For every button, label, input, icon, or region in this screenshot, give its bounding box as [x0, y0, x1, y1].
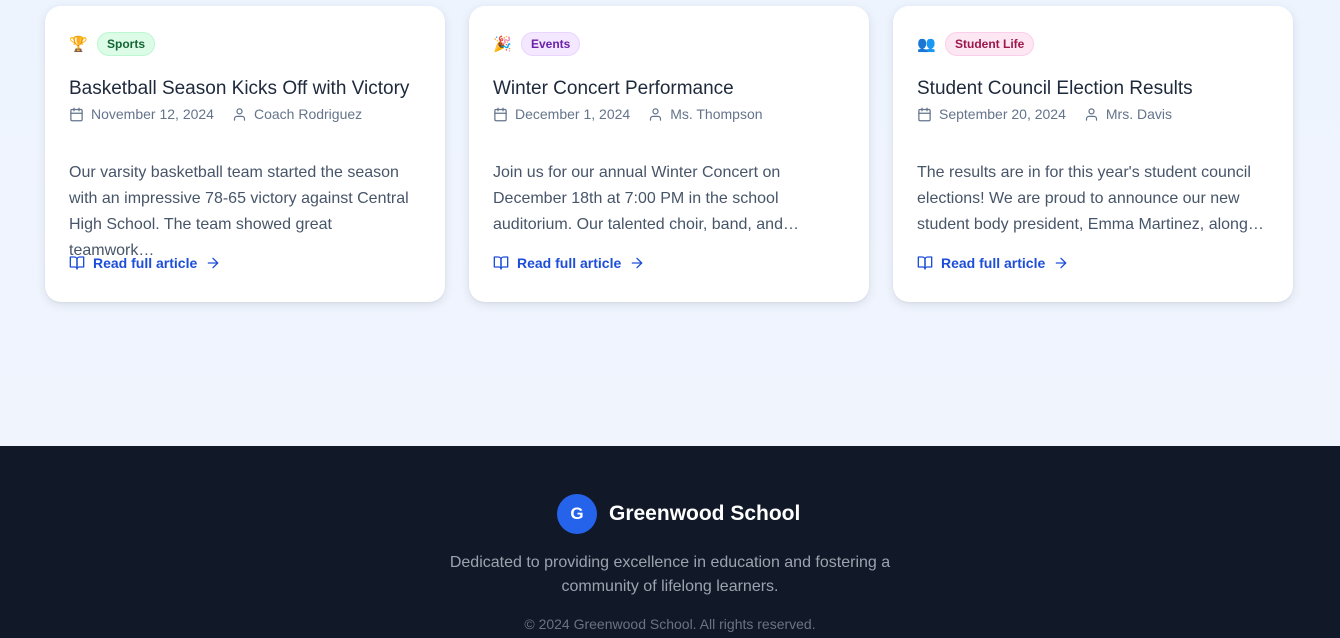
card-header: 🎉 Events [493, 32, 581, 56]
article-meta: November 12, 2024 Coach Rodriguez [69, 105, 380, 123]
news-section: 🏆 Sports Basketball Season Kicks Off wit… [0, 0, 1340, 446]
article-excerpt: The results are in for this year's stude… [917, 164, 1264, 233]
news-card: 🏆 Sports Basketball Season Kicks Off wit… [45, 6, 445, 302]
card-header: 👥 Student Life [917, 32, 1035, 56]
arrow-right-icon [1055, 257, 1067, 269]
article-excerpt: Join us for our annual Winter Concert on… [493, 164, 799, 233]
article-excerpt: Our varsity basketball team started the … [69, 164, 409, 259]
school-name: Greenwood School [609, 502, 801, 525]
article-date: December 1, 2024 [493, 106, 630, 122]
author-text: Ms. Thompson [670, 106, 763, 122]
footer-tagline: Dedicated to providing excellence in edu… [0, 551, 1340, 599]
category-badge: Events [521, 32, 581, 56]
article-title[interactable]: Winter Concert Performance [493, 78, 734, 100]
article-meta: September 20, 2024 Mrs. Davis [917, 105, 1190, 123]
party-popper-icon: 🎉 [493, 35, 512, 53]
arrow-right-icon [631, 257, 643, 269]
footer-brand: G Greenwood School [557, 494, 800, 534]
read-link-label: Read full article [93, 255, 198, 271]
news-card: 👥 Student Life Student Council Election … [893, 6, 1293, 302]
user-icon [1085, 107, 1097, 121]
article-author: Ms. Thompson [648, 106, 763, 122]
book-open-icon [69, 256, 85, 270]
category-badge: Student Life [945, 32, 1035, 56]
read-full-article-link[interactable]: Read full article [493, 255, 645, 271]
book-open-icon [917, 256, 933, 270]
user-icon [650, 107, 662, 121]
news-card: 🎉 Events Winter Concert Performance Dece… [469, 6, 869, 302]
article-title[interactable]: Basketball Season Kicks Off with Victory [69, 78, 409, 100]
author-text: Mrs. Davis [1105, 106, 1172, 122]
date-text: December 1, 2024 [515, 106, 631, 122]
trophy-icon: 🏆 [69, 35, 88, 53]
article-title[interactable]: Student Council Election Results [917, 78, 1193, 100]
arrow-right-icon [207, 257, 219, 269]
school-logo: G [557, 494, 597, 534]
card-header: 🏆 Sports [69, 32, 156, 56]
user-icon [233, 107, 246, 121]
tagline-line: Dedicated to providing excellence in edu… [449, 554, 891, 571]
article-author: Mrs. Davis [1084, 106, 1172, 122]
read-full-article-link[interactable]: Read full article [69, 255, 221, 271]
read-link-label: Read full article [517, 255, 622, 271]
date-text: November 12, 2024 [91, 106, 214, 122]
article-meta: December 1, 2024 Ms. Thompson [493, 105, 781, 123]
tagline-line: community of lifelong learners. [561, 578, 779, 595]
article-author: Coach Rodriguez [232, 106, 362, 122]
news-card-grid: 🏆 Sports Basketball Season Kicks Off wit… [45, 6, 1293, 302]
article-date: September 20, 2024 [917, 106, 1066, 122]
site-footer: G Greenwood School Dedicated to providin… [0, 446, 1340, 638]
article-date: November 12, 2024 [69, 106, 214, 122]
category-badge: Sports [97, 32, 156, 56]
date-text: September 20, 2024 [939, 106, 1066, 122]
book-open-icon [493, 256, 509, 270]
read-full-article-link[interactable]: Read full article [917, 255, 1069, 271]
read-link-label: Read full article [941, 255, 1046, 271]
author-text: Coach Rodriguez [253, 106, 363, 122]
calendar-icon [70, 107, 83, 121]
copyright-text: © 2024 Greenwood School. All rights rese… [524, 616, 816, 632]
people-icon: 👥 [917, 35, 936, 53]
calendar-icon [494, 107, 507, 121]
calendar-icon [918, 107, 931, 121]
